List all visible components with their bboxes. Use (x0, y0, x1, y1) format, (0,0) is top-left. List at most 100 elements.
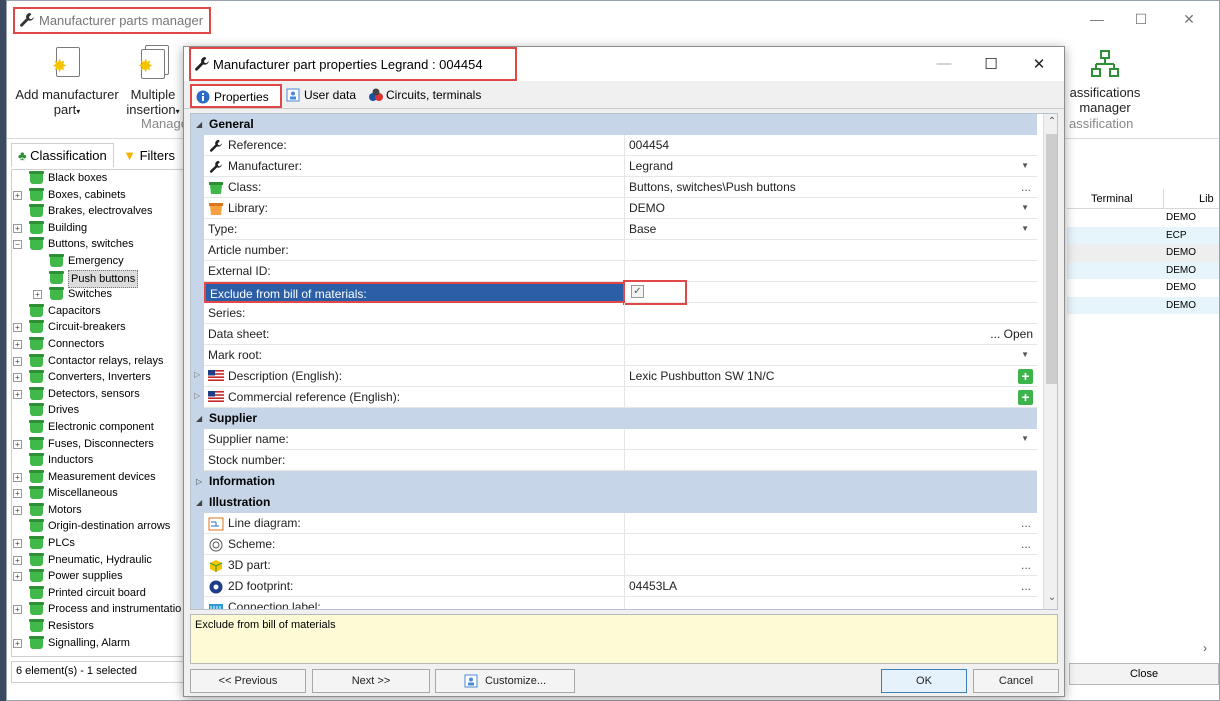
tab-properties[interactable]: Properties (190, 84, 282, 108)
tree-node[interactable]: + Motors (12, 502, 188, 519)
property-row[interactable]: ▷ Description (English): Lexic Pushbutton … (191, 366, 1037, 387)
expand-icon[interactable]: + (33, 290, 42, 300)
table-row[interactable]: DEMO (1067, 244, 1219, 262)
expand-icon[interactable]: + (13, 539, 22, 549)
table-row[interactable]: DEMO (1067, 209, 1219, 227)
open-data-sheet-button[interactable]: ... Open (990, 324, 1033, 344)
tree-node[interactable]: Emergency (12, 253, 188, 270)
tree-node[interactable]: + Power supplies (12, 568, 188, 585)
scroll-right-icon[interactable]: › (1203, 641, 1207, 655)
tree-node[interactable]: Brakes, electrovalves (12, 203, 188, 220)
add-language-icon[interactable]: + (1018, 369, 1033, 384)
tree-node[interactable]: + Miscellaneous (12, 485, 188, 502)
property-row[interactable]: 2D footprint: 04453LA... (191, 576, 1037, 597)
dropdown-arrow-icon[interactable]: ▼ (1021, 198, 1029, 218)
column-header-lib[interactable]: Lib (1199, 193, 1214, 205)
expand-icon[interactable]: + (13, 323, 22, 333)
expand-icon[interactable]: + (13, 389, 22, 399)
tree-node[interactable]: Electronic component (12, 419, 188, 436)
property-value[interactable]: Buttons, switches\Push buttons... (629, 177, 1037, 198)
expand-icon[interactable]: + (13, 356, 22, 366)
property-value[interactable]: Lexic Pushbutton SW 1N/C + (629, 366, 1037, 387)
property-value[interactable]: ... (629, 513, 1037, 534)
tree-node[interactable]: Capacitors (12, 303, 188, 320)
expand-icon[interactable]: + (13, 223, 22, 233)
tree-node[interactable]: + Measurement devices (12, 469, 188, 486)
property-value[interactable]: ... (629, 555, 1037, 576)
property-value[interactable]: + (629, 387, 1037, 408)
dropdown-arrow-icon[interactable]: ▼ (1021, 219, 1029, 239)
tree-node[interactable]: Black boxes (12, 170, 188, 187)
table-row[interactable]: DEMO (1067, 296, 1219, 314)
tree-node[interactable]: + Process and instrumentatio (12, 601, 188, 618)
browse-button[interactable]: ... (1021, 597, 1031, 609)
property-value[interactable]: Legrand ▼ (629, 156, 1037, 177)
add-language-icon[interactable]: + (1018, 390, 1033, 405)
browse-button[interactable]: ... (1021, 555, 1031, 575)
expand-icon[interactable]: + (13, 638, 22, 648)
tree-node[interactable]: + Fuses, Disconnecters (12, 436, 188, 453)
property-row[interactable]: Library: DEMO ▼ (191, 198, 1037, 219)
close-icon[interactable]: ✕ (1179, 11, 1199, 29)
property-row[interactable]: Mark root: ▼ (191, 345, 1037, 366)
tree-node[interactable]: + Converters, Inverters (12, 369, 188, 386)
property-value[interactable] (629, 240, 1037, 261)
maximize-icon[interactable]: ☐ (1131, 11, 1151, 29)
dropdown-arrow-icon[interactable]: ▼ (1021, 156, 1029, 176)
browse-button[interactable]: ... (1021, 576, 1031, 596)
classifications-manager-button[interactable]: assifications manager (1065, 49, 1145, 115)
browse-button[interactable]: ... (1021, 177, 1031, 197)
expand-icon[interactable]: + (13, 339, 22, 349)
cancel-button[interactable]: Cancel (973, 669, 1059, 693)
property-row[interactable]: Data sheet: ... Open (191, 324, 1037, 345)
tree-node[interactable]: Resistors (12, 618, 188, 635)
collapse-icon[interactable]: ◢ (196, 114, 202, 135)
tree-node[interactable]: + Connectors (12, 336, 188, 353)
classification-tree[interactable]: Black boxes + Boxes, cabinets Brakes, elect… (11, 169, 189, 657)
property-value[interactable]: ... Open (629, 324, 1037, 345)
browse-button[interactable]: ... (1021, 513, 1031, 533)
property-row[interactable]: Exclude from bill of materials: ✓ (191, 280, 1037, 305)
table-row[interactable]: DEMO (1067, 261, 1219, 279)
tree-node[interactable]: Push buttons (12, 269, 188, 289)
tree-node[interactable]: + Building (12, 220, 188, 237)
maximize-icon[interactable]: ☐ (979, 55, 1003, 73)
expand-icon[interactable]: + (13, 555, 22, 565)
scrollbar-thumb[interactable] (1046, 134, 1057, 384)
property-value[interactable]: 004454 (629, 135, 1037, 156)
minimize-icon[interactable]: — (1087, 11, 1107, 29)
category-supplier[interactable]: ◢ Supplier (191, 408, 1037, 429)
property-row[interactable]: Series: (191, 303, 1037, 324)
tab-filters[interactable]: ▼ Filters (117, 144, 181, 167)
property-row[interactable]: Scheme:... (191, 534, 1037, 555)
property-row[interactable]: Connection label:... (191, 597, 1037, 609)
category-general[interactable]: ◢ General (191, 114, 1037, 135)
expand-icon[interactable]: + (13, 373, 22, 383)
expand-icon[interactable]: + (13, 572, 22, 582)
close-icon[interactable]: ✕ (1027, 55, 1051, 73)
tree-node[interactable]: + PLCs (12, 535, 188, 552)
tree-node[interactable]: Inductors (12, 452, 188, 469)
tree-node[interactable]: + Contactor relays, relays (12, 353, 188, 370)
vertical-scrollbar[interactable]: ⌃ ⌄ (1043, 114, 1057, 609)
tab-user-data[interactable]: User data (282, 84, 360, 108)
category-illustration[interactable]: ◢ Illustration (191, 492, 1037, 513)
property-value[interactable]: ▼ (629, 429, 1037, 450)
expand-icon[interactable]: + (13, 605, 22, 615)
add-manufacturer-part-button[interactable]: ✸ Add manufacturer part▾ (15, 45, 119, 119)
next-button[interactable]: Next >> (312, 669, 430, 693)
tree-node[interactable]: + Signalling, Alarm (12, 635, 188, 652)
property-row[interactable]: Article number: (191, 240, 1037, 261)
tree-node[interactable]: + Detectors, sensors (12, 386, 188, 403)
tree-node[interactable]: + Switches (12, 286, 188, 303)
property-value[interactable] (629, 450, 1037, 471)
property-row[interactable]: 3D part:... (191, 555, 1037, 576)
property-value[interactable]: ▼ (629, 345, 1037, 366)
property-value[interactable]: ✓ (623, 280, 1037, 305)
multiple-insertion-button[interactable]: ✸ Multiple insertion▾ (121, 45, 185, 119)
property-value[interactable] (629, 261, 1037, 282)
tree-node[interactable]: + Boxes, cabinets (12, 187, 188, 204)
property-row[interactable]: External ID: (191, 261, 1037, 282)
category-information[interactable]: ▷ Information (191, 471, 1037, 492)
ok-button[interactable]: OK (881, 669, 967, 693)
